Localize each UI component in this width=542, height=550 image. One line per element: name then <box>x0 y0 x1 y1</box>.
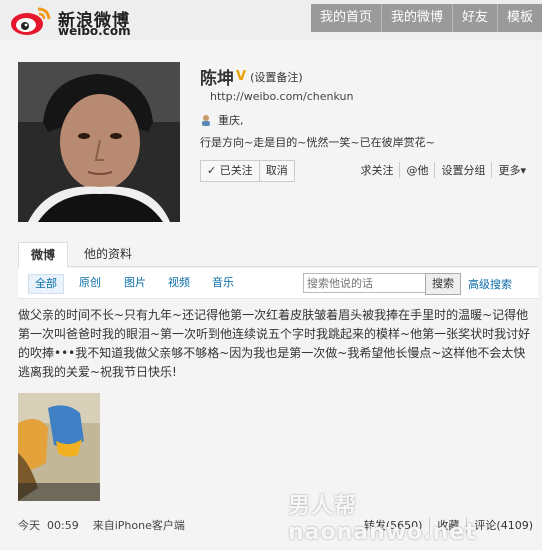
advanced-search-link[interactable]: 高级搜索 <box>468 276 512 292</box>
watermark: 男人帮naonanwo.net <box>288 494 477 545</box>
search-button[interactable]: 搜索 <box>425 273 461 295</box>
mention-link[interactable]: @他 <box>400 162 436 178</box>
profile-section: 陈坤 V (设置备注) http://weibo.com/chenkun 重庆,… <box>0 40 542 240</box>
name-row: 陈坤 V (设置备注) <box>200 64 303 89</box>
followed-status: ✓ 已关注 <box>207 164 253 177</box>
nav-templates[interactable]: 模板 <box>498 4 542 32</box>
nav-home[interactable]: 我的首页 <box>311 4 382 32</box>
post-clock: 00:59 <box>47 519 79 532</box>
brand-domain: weibo.com <box>58 24 131 38</box>
filter-original[interactable]: 原创 <box>73 274 107 292</box>
post-source[interactable]: 来自iPhone客户端 <box>93 517 185 533</box>
filter-images[interactable]: 图片 <box>118 274 152 292</box>
profile-location: 重庆, <box>200 112 244 128</box>
avatar[interactable] <box>18 62 180 222</box>
nav-friends[interactable]: 好友 <box>453 4 498 32</box>
follow-control: ✓ 已关注 取消 <box>200 160 295 182</box>
filter-all[interactable]: 全部 <box>28 274 64 294</box>
set-remark-link[interactable]: (设置备注) <box>250 69 303 85</box>
more-dropdown[interactable]: 更多▾ <box>492 162 532 178</box>
request-follow-link[interactable]: 求关注 <box>354 162 401 178</box>
tab-info[interactable]: 他的资料 <box>72 242 144 266</box>
search-input[interactable] <box>303 273 427 293</box>
set-group-link[interactable]: 设置分组 <box>435 162 493 178</box>
post-text: 做父亲的时间不长~只有九年~还记得他第一次红着皮肤皱着眉头被我捧在手里时的温暖~… <box>18 308 531 379</box>
weibo-logo[interactable]: 新浪微博 weibo.com <box>8 3 148 38</box>
profile-url[interactable]: http://weibo.com/chenkun <box>210 90 353 103</box>
post-day: 今天 <box>18 519 40 532</box>
user-icon <box>202 115 210 126</box>
nav-my-weibo[interactable]: 我的微博 <box>382 4 453 32</box>
location-text: 重庆, <box>218 114 244 127</box>
top-bar: 新浪微博 weibo.com 我的首页 我的微博 好友 模板 <box>0 0 542 40</box>
avatar-photo <box>18 62 180 222</box>
post-image[interactable] <box>18 393 100 501</box>
filter-music[interactable]: 音乐 <box>206 274 240 292</box>
profile-name: 陈坤 <box>200 69 234 89</box>
tab-weibo[interactable]: 微博 <box>18 242 69 268</box>
weibo-eye-icon <box>11 7 51 35</box>
verified-badge-icon: V <box>236 69 247 84</box>
unfollow-button[interactable]: 取消 <box>258 161 294 181</box>
top-nav: 我的首页 我的微博 好友 模板 <box>310 4 542 32</box>
profile-motto: 行是方向~走是目的~恍然一笑~已在彼岸赏花~ <box>200 136 435 149</box>
post-photo <box>18 393 100 501</box>
post-time[interactable]: 今天 00:59 <box>18 517 79 533</box>
profile-actions: 求关注 @他 设置分组 更多▾ <box>354 162 532 178</box>
profile-tabs: 微博 他的资料 <box>18 242 538 268</box>
filter-bar: 全部 原创 图片 视频 音乐 搜索 高级搜索 <box>18 268 538 299</box>
filter-videos[interactable]: 视频 <box>162 274 196 292</box>
